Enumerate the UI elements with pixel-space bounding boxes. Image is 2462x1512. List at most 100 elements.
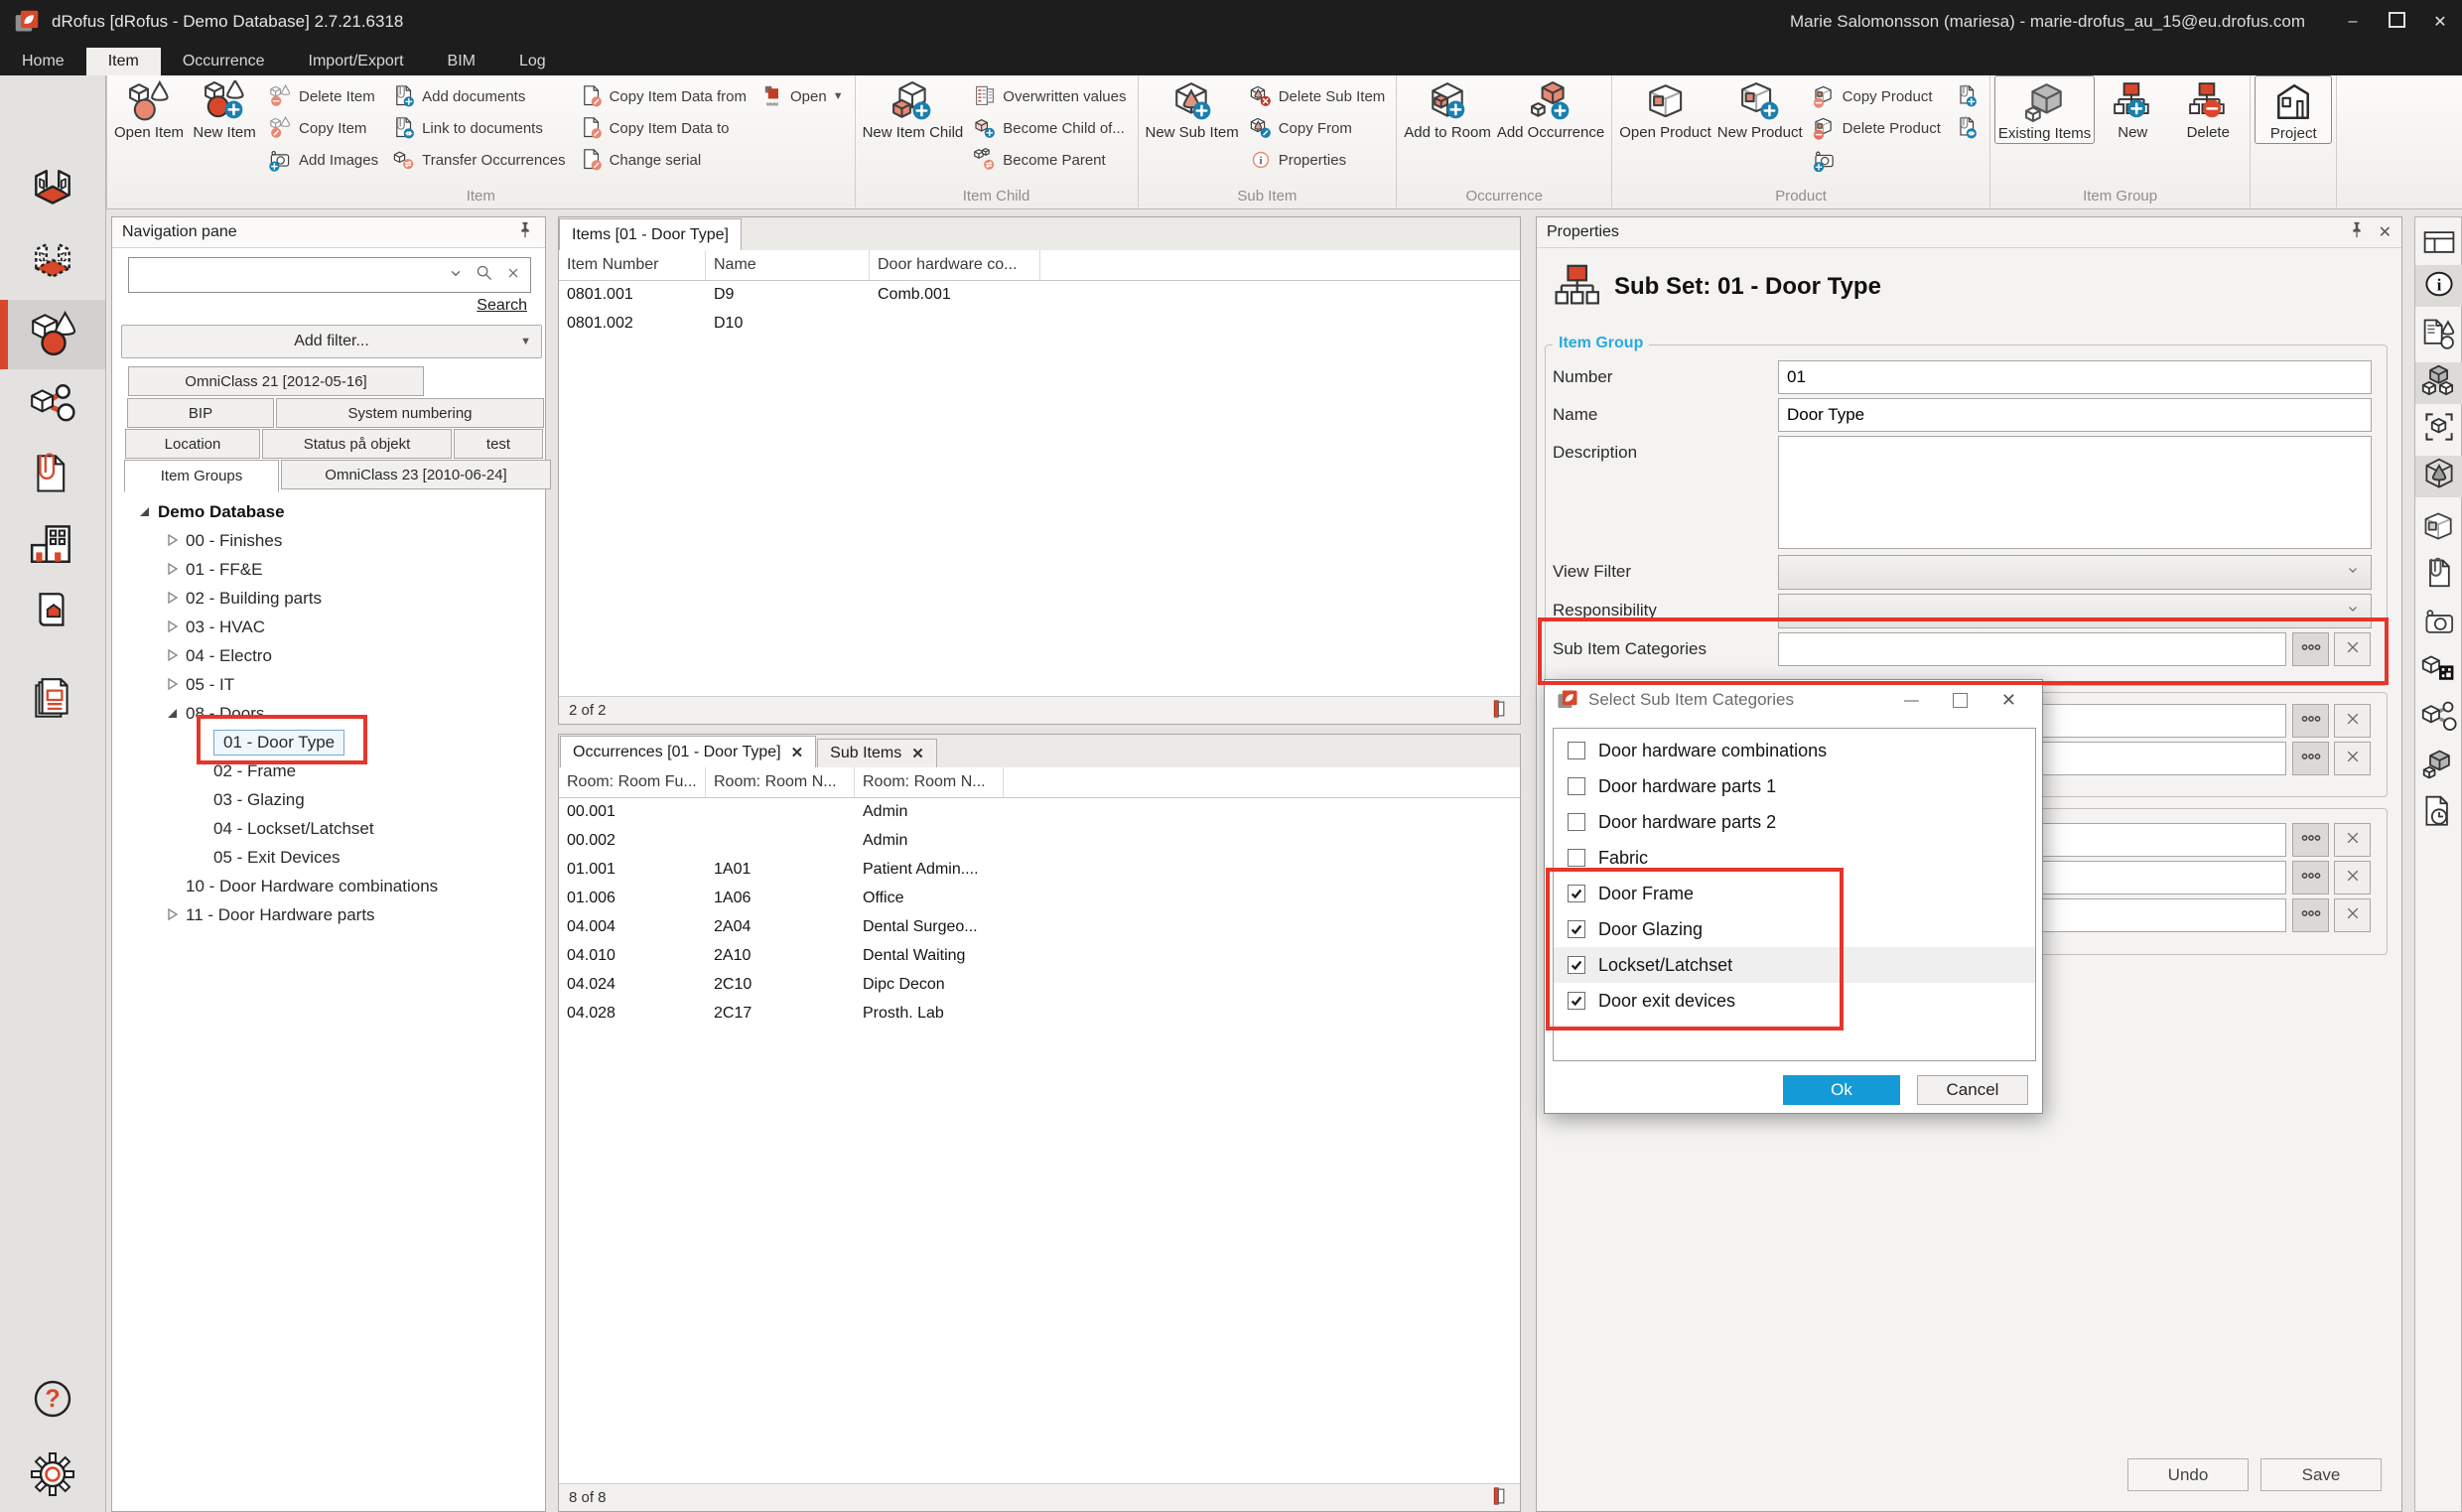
- nav-tab-system-numbering[interactable]: System numbering: [276, 398, 544, 428]
- column-header-item-number[interactable]: Item Number: [559, 250, 706, 280]
- category-row-door-hardware-combinations[interactable]: Door hardware combinations: [1554, 733, 2035, 768]
- cancel-button[interactable]: Cancel: [1917, 1075, 2028, 1105]
- tree-item-03-glazing[interactable]: 03 - Glazing: [112, 785, 545, 814]
- new-sub-item-button[interactable]: New Sub Item: [1143, 75, 1242, 142]
- view-filter-select[interactable]: [1778, 555, 2372, 590]
- sidebar-item-reports[interactable]: [0, 667, 105, 737]
- dialog-minimize-button[interactable]: —: [1904, 692, 1919, 709]
- expand-arrow-icon[interactable]: [164, 619, 182, 636]
- right-tool-product-box[interactable]: [2419, 507, 2459, 549]
- tab-sub-items[interactable]: Sub Items✕: [817, 739, 937, 767]
- sidebar-item-documents[interactable]: [0, 441, 105, 510]
- right-tool-info-panel[interactable]: i: [2415, 265, 2462, 307]
- copy-product-button[interactable]: Copy Product: [1806, 80, 1948, 112]
- tab-close-icon[interactable]: ✕: [911, 745, 924, 762]
- expand-arrow-icon[interactable]: [164, 561, 182, 579]
- sidebar-item-room-template[interactable]: [0, 230, 105, 300]
- nav-tab-omniclass-23-2010-06-24[interactable]: OmniClass 23 [2010-06-24]: [281, 460, 551, 489]
- sidebar-item-room[interactable]: [0, 157, 105, 226]
- delete-product-button[interactable]: Delete Product: [1806, 112, 1948, 144]
- add-filter-button[interactable]: Add filter... ▼: [121, 325, 542, 358]
- category-row-door-glazing[interactable]: Door Glazing: [1554, 911, 2035, 947]
- collapse-arrow-icon[interactable]: [136, 503, 154, 521]
- tab-close-icon[interactable]: ✕: [791, 744, 804, 761]
- add-image-product-button[interactable]: [1806, 144, 1948, 176]
- book-icon[interactable]: [1488, 1485, 1510, 1511]
- ok-button[interactable]: Ok: [1783, 1075, 1900, 1105]
- book-icon[interactable]: [1488, 698, 1510, 724]
- copy-from-button[interactable]: Copy From: [1242, 112, 1393, 144]
- transfer-occurrences-button[interactable]: Transfer Occurrences: [385, 144, 573, 176]
- more-button[interactable]: [2292, 742, 2329, 775]
- right-tool-doc-shapes[interactable]: [2419, 315, 2459, 356]
- table-row[interactable]: 0801.001D9Comb.001: [559, 280, 1520, 309]
- table-row[interactable]: 01.0011A01Patient Admin....: [559, 855, 1520, 884]
- clear-button[interactable]: [2334, 823, 2371, 857]
- menu-tab-log[interactable]: Log: [497, 48, 568, 75]
- unchecked-checkbox[interactable]: [1568, 742, 1585, 759]
- sidebar-item-help[interactable]: ?: [0, 1366, 105, 1436]
- clip-plus-button[interactable]: [1948, 80, 1985, 112]
- copy-item-data-to-button[interactable]: Copy Item Data to: [573, 112, 753, 144]
- tree-item-03-hvac[interactable]: 03 - HVAC: [112, 613, 545, 641]
- delete-item-button[interactable]: Delete Item: [262, 80, 385, 112]
- column-header-room-room-n[interactable]: Room: Room N...: [706, 767, 855, 797]
- name-field[interactable]: [1778, 398, 2372, 432]
- dialog-maximize-button[interactable]: [1953, 693, 1968, 708]
- tree-item-05-it[interactable]: 05 - IT: [112, 670, 545, 699]
- tree-item-00-finishes[interactable]: 00 - Finishes: [112, 526, 545, 555]
- expand-arrow-icon[interactable]: [164, 676, 182, 694]
- column-header-room-room-n[interactable]: Room: Room N...: [855, 767, 1004, 797]
- sidebar-item-systems[interactable]: [0, 371, 105, 441]
- undo-button[interactable]: Undo: [2127, 1458, 2249, 1491]
- tree-item-02-building-parts[interactable]: 02 - Building parts: [112, 584, 545, 613]
- expand-arrow-icon[interactable]: [164, 590, 182, 608]
- tree-item-11-door-hardware-parts[interactable]: 11 - Door Hardware parts: [112, 900, 545, 929]
- description-field[interactable]: [1778, 436, 2372, 549]
- menu-tab-import-export[interactable]: Import/Export: [287, 48, 426, 75]
- right-tool-paperclip-doc[interactable]: [2419, 555, 2459, 597]
- sub-item-categories-field[interactable]: [1778, 632, 2286, 666]
- right-tool-cone-box[interactable]: [2415, 456, 2462, 497]
- open-product-button[interactable]: Open Product: [1616, 75, 1714, 142]
- become-child-of-button[interactable]: Become Child of...: [966, 112, 1133, 144]
- become-parent-button[interactable]: Become Parent: [966, 144, 1133, 176]
- pin-icon[interactable]: [515, 220, 535, 245]
- unchecked-checkbox[interactable]: [1568, 813, 1585, 831]
- table-row[interactable]: 01.0061A06Office: [559, 884, 1520, 912]
- right-tool-grey-cube[interactable]: [2419, 746, 2459, 787]
- collapse-arrow-icon[interactable]: [164, 705, 182, 723]
- tree-item-04-electro[interactable]: 04 - Electro: [112, 641, 545, 670]
- clear-button[interactable]: [2334, 898, 2371, 932]
- clip-link-button[interactable]: [1948, 112, 1985, 144]
- sidebar-item-items[interactable]: [0, 300, 105, 369]
- table-row[interactable]: 04.0282C17Prosth. Lab: [559, 999, 1520, 1028]
- tree-item-05-exit-devices[interactable]: 05 - Exit Devices: [112, 843, 545, 872]
- nav-tab-item-groups[interactable]: Item Groups: [124, 460, 279, 492]
- nav-tab-location[interactable]: Location: [125, 429, 260, 459]
- checked-checkbox[interactable]: [1568, 885, 1585, 902]
- sidebar-item-catalog-book[interactable]: [0, 580, 105, 649]
- right-tool-camera[interactable]: [2419, 603, 2459, 644]
- clear-button[interactable]: [2334, 861, 2371, 894]
- nav-tab-test[interactable]: test: [454, 429, 543, 459]
- tab-items[interactable]: Items [01 - Door Type]: [559, 218, 742, 250]
- right-tool-cube-matrix[interactable]: [2419, 650, 2459, 692]
- link-to-documents-button[interactable]: Link to documents: [385, 112, 573, 144]
- tree-item-demo-database[interactable]: Demo Database: [112, 497, 545, 526]
- table-row[interactable]: 00.002Admin: [559, 826, 1520, 855]
- new-button[interactable]: New: [2095, 75, 2170, 142]
- expand-arrow-icon[interactable]: [164, 532, 182, 550]
- search-icon[interactable]: [475, 263, 494, 288]
- tree-item-02-frame[interactable]: 02 - Frame: [112, 756, 545, 785]
- category-row-lockset-latchset[interactable]: Lockset/Latchset: [1554, 947, 2035, 983]
- nav-tab-status-p-objekt[interactable]: Status på objekt: [262, 429, 452, 459]
- maximize-button[interactable]: [2375, 12, 2418, 33]
- unchecked-checkbox[interactable]: [1568, 849, 1585, 867]
- table-row[interactable]: 04.0042A04Dental Surgeo...: [559, 912, 1520, 941]
- tree-item-08-doors[interactable]: 08 - Doors: [112, 699, 545, 728]
- sub-item-categories-clear-button[interactable]: [2334, 632, 2371, 666]
- existing-items-button[interactable]: Existing Items: [1994, 75, 2095, 144]
- new-item-button[interactable]: New Item: [187, 75, 262, 142]
- add-to-room-button[interactable]: Add to Room: [1401, 75, 1494, 142]
